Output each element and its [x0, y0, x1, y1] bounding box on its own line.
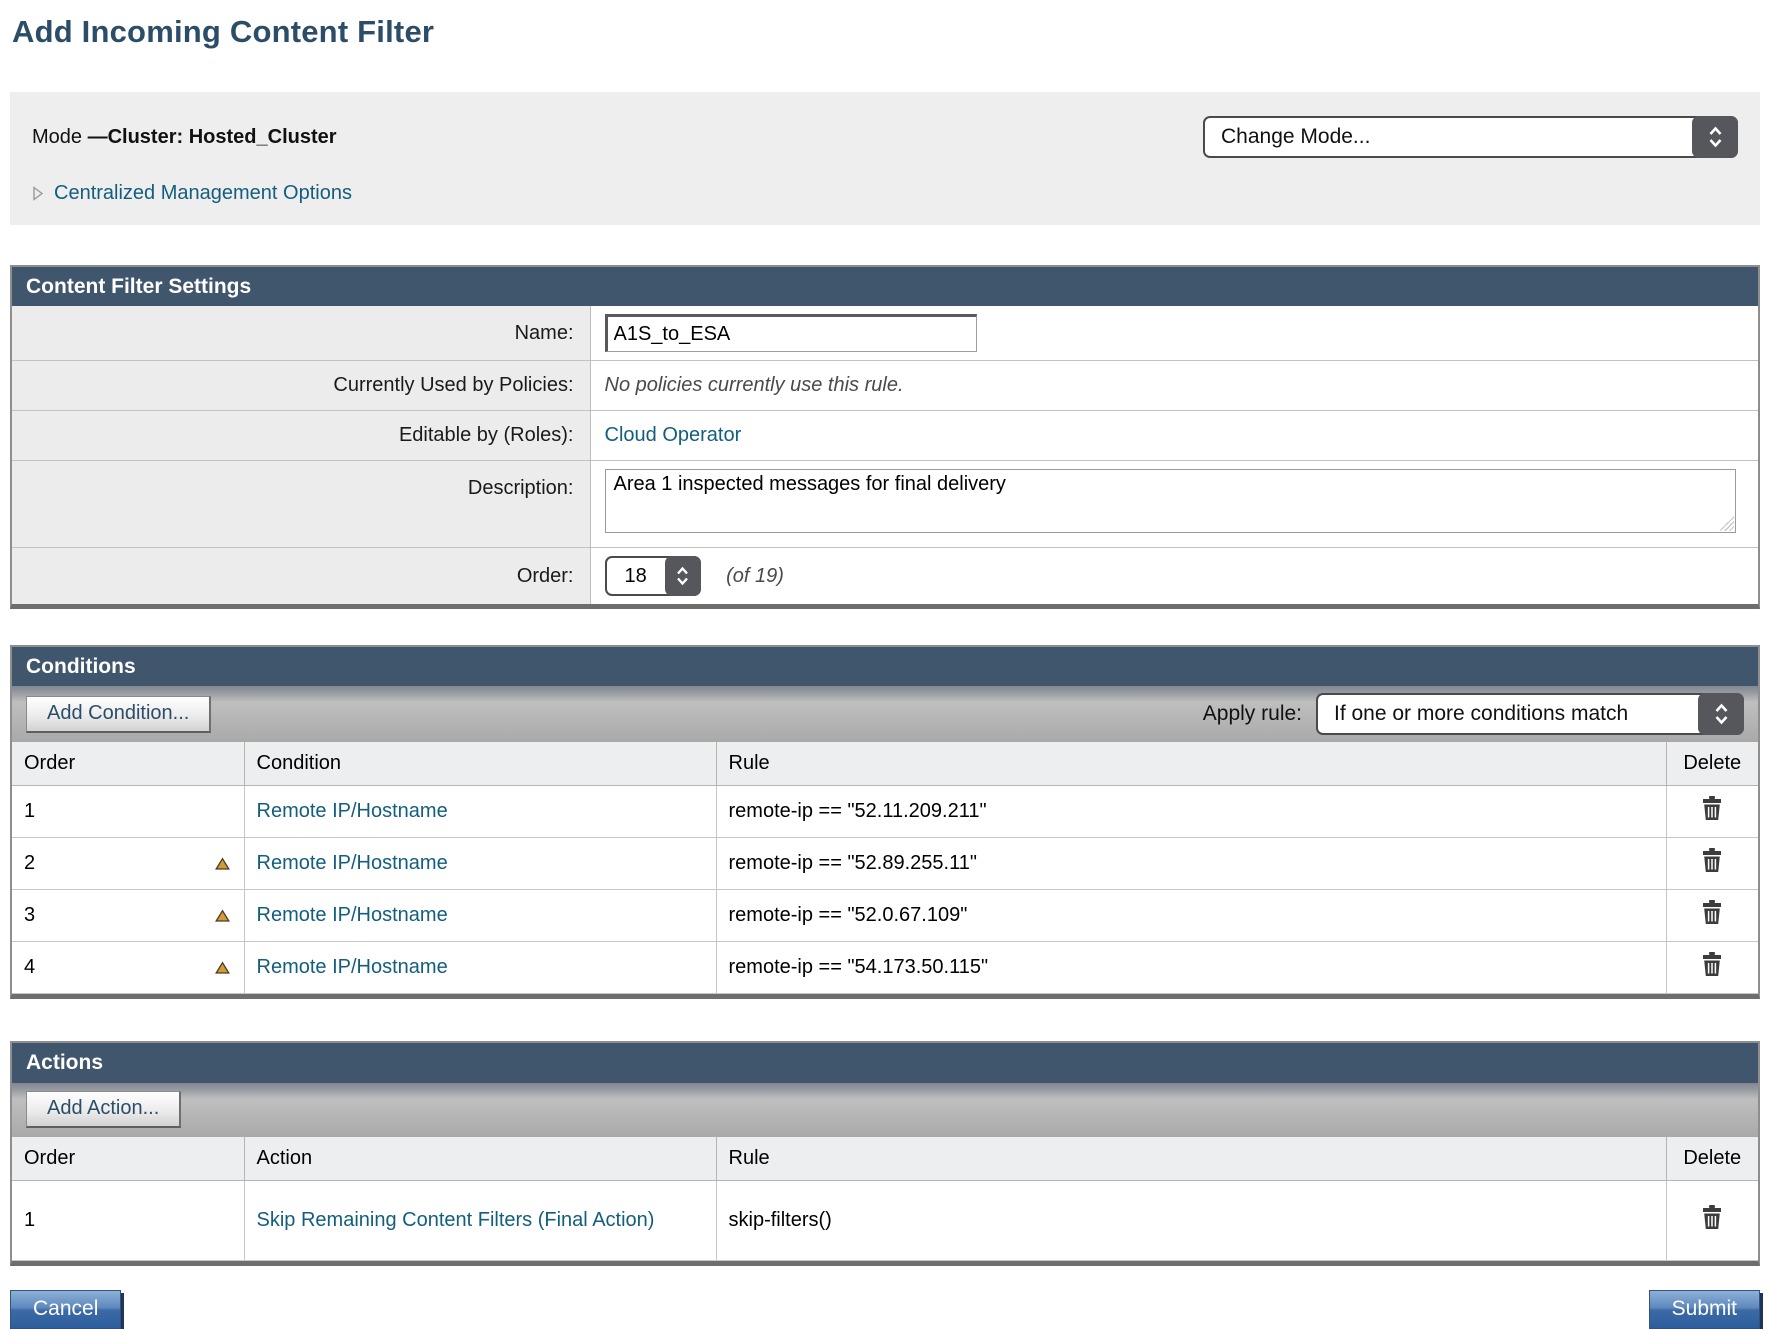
condition-rule: remote-ip == "52.0.67.109"	[716, 890, 1666, 942]
actions-header-row: Order Action Rule Delete	[12, 1137, 1758, 1181]
order-selected-value: 18	[625, 565, 647, 588]
move-up-icon[interactable]	[215, 961, 230, 974]
column-header-delete: Delete	[1666, 1137, 1758, 1181]
condition-link[interactable]: Remote IP/Hostname	[257, 852, 448, 874]
centralized-management-options-link[interactable]: Centralized Management Options	[54, 182, 352, 205]
condition-order: 4	[24, 956, 35, 978]
conditions-panel: Conditions Add Condition... Apply rule: …	[10, 645, 1760, 999]
condition-order: 1	[24, 800, 35, 822]
condition-link[interactable]: Remote IP/Hostname	[257, 956, 448, 978]
change-mode-select[interactable]: Change Mode...	[1203, 116, 1738, 158]
trash-icon[interactable]	[1701, 848, 1723, 873]
trash-icon[interactable]	[1701, 1205, 1723, 1230]
editable-roles-link[interactable]: Cloud Operator	[605, 424, 742, 446]
action-link[interactable]: Skip Remaining Content Filters (Final Ac…	[257, 1209, 655, 1231]
column-header-delete: Delete	[1666, 742, 1758, 786]
add-condition-button[interactable]: Add Condition...	[26, 696, 211, 733]
condition-order: 3	[24, 904, 35, 926]
submit-button[interactable]: Submit	[1649, 1290, 1760, 1329]
apply-rule-selected-value: If one or more conditions match	[1334, 702, 1628, 726]
table-row: 3 Remote IP/Hostname remote-ip == "52.0.…	[12, 890, 1758, 942]
description-textarea[interactable]: Area 1 inspected messages for final deli…	[605, 469, 1736, 533]
select-stepper-icon	[1698, 693, 1744, 735]
policies-row: Currently Used by Policies: No policies …	[12, 361, 1758, 411]
order-select[interactable]: 18	[605, 556, 701, 596]
trash-icon[interactable]	[1701, 952, 1723, 977]
condition-link[interactable]: Remote IP/Hostname	[257, 904, 448, 926]
mode-label: Mode	[32, 126, 88, 148]
mode-box: Mode —Cluster: Hosted_Cluster Change Mod…	[10, 92, 1760, 225]
column-header-rule: Rule	[716, 742, 1666, 786]
editable-label: Editable by (Roles):	[12, 411, 590, 461]
settings-header: Content Filter Settings	[12, 267, 1758, 306]
move-up-icon[interactable]	[215, 909, 230, 922]
actions-header: Actions	[12, 1043, 1758, 1082]
page-title: Add Incoming Content Filter	[12, 14, 1770, 50]
mode-text: Mode —Cluster: Hosted_Cluster	[32, 126, 337, 149]
policies-label: Currently Used by Policies:	[12, 361, 590, 411]
condition-rule: remote-ip == "52.11.209.211"	[716, 786, 1666, 838]
footer-bar: Cancel Submit	[10, 1290, 1760, 1329]
trash-icon[interactable]	[1701, 796, 1723, 821]
table-row: 1 Skip Remaining Content Filters (Final …	[12, 1180, 1758, 1260]
description-label: Description:	[12, 461, 590, 548]
add-action-button[interactable]: Add Action...	[26, 1091, 181, 1128]
conditions-header-row: Order Condition Rule Delete	[12, 742, 1758, 786]
name-input[interactable]	[605, 314, 977, 352]
name-row: Name:	[12, 306, 1758, 361]
trash-icon[interactable]	[1701, 900, 1723, 925]
condition-rule: remote-ip == "52.89.255.11"	[716, 838, 1666, 890]
conditions-header: Conditions	[12, 647, 1758, 686]
order-total: (of 19)	[726, 565, 784, 587]
change-mode-selected-value: Change Mode...	[1221, 125, 1370, 149]
order-label: Order:	[12, 548, 590, 605]
column-header-order: Order	[12, 1137, 244, 1181]
apply-rule-label: Apply rule:	[1203, 702, 1302, 726]
column-header-order: Order	[12, 742, 244, 786]
table-row: 1 Remote IP/Hostname remote-ip == "52.11…	[12, 786, 1758, 838]
content-filter-settings-panel: Content Filter Settings Name: Currently …	[10, 265, 1760, 609]
select-stepper-icon	[1692, 116, 1738, 158]
order-row: Order: 18 (of 19)	[12, 548, 1758, 605]
apply-rule-select[interactable]: If one or more conditions match	[1316, 693, 1744, 735]
textarea-resize-grip[interactable]	[1719, 516, 1734, 531]
column-header-condition: Condition	[244, 742, 716, 786]
move-up-icon[interactable]	[215, 857, 230, 870]
column-header-action: Action	[244, 1137, 716, 1181]
disclosure-triangle-icon[interactable]	[32, 185, 44, 202]
cancel-button[interactable]: Cancel	[10, 1290, 121, 1329]
table-row: 4 Remote IP/Hostname remote-ip == "54.17…	[12, 942, 1758, 994]
description-row: Description: Area 1 inspected messages f…	[12, 461, 1758, 548]
condition-rule: remote-ip == "54.173.50.115"	[716, 942, 1666, 994]
actions-panel: Actions Add Action... Order Action Rule …	[10, 1041, 1760, 1265]
editable-row: Editable by (Roles): Cloud Operator	[12, 411, 1758, 461]
action-rule: skip-filters()	[716, 1180, 1666, 1260]
condition-link[interactable]: Remote IP/Hostname	[257, 800, 448, 822]
action-order: 1	[24, 1209, 35, 1231]
policies-value: No policies currently use this rule.	[605, 374, 904, 396]
table-row: 2 Remote IP/Hostname remote-ip == "52.89…	[12, 838, 1758, 890]
condition-order: 2	[24, 852, 35, 874]
select-stepper-icon	[665, 556, 701, 596]
mode-value: —Cluster: Hosted_Cluster	[88, 126, 337, 148]
name-label: Name:	[12, 306, 590, 361]
column-header-rule: Rule	[716, 1137, 1666, 1181]
